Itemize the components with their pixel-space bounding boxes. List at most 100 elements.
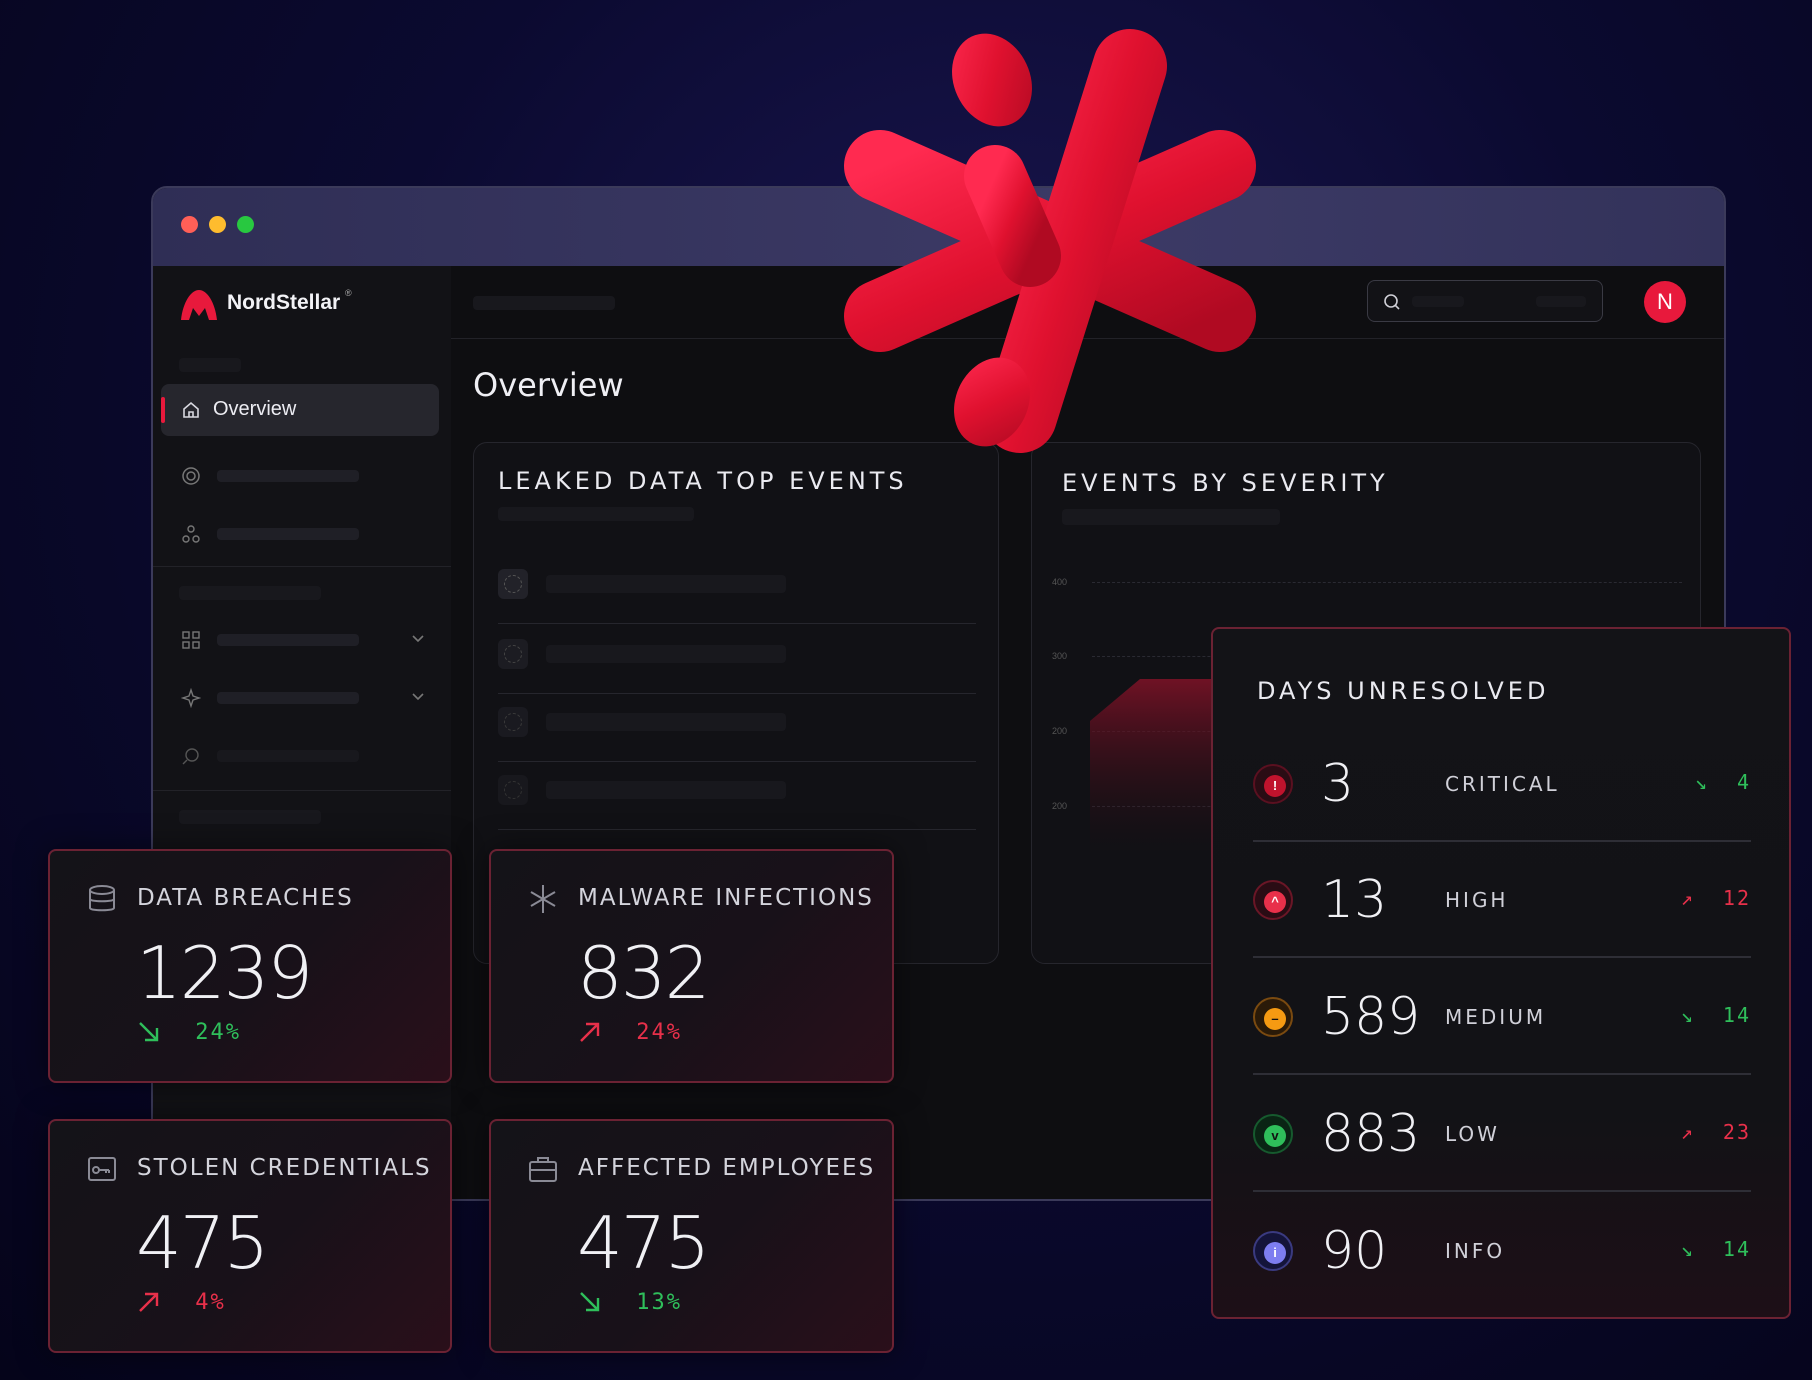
- chevron-down-icon[interactable]: [411, 692, 425, 702]
- search-shortcut-hint: [1536, 296, 1586, 307]
- caret-up-icon: ^: [1264, 891, 1286, 913]
- sidebar-item-2[interactable]: [153, 454, 451, 498]
- row-trend-value: 12: [1722, 886, 1751, 910]
- severity-row-low[interactable]: v 883 LOW ↗ 23: [1253, 1076, 1751, 1192]
- panel-title: EVENTS BY SEVERITY: [1062, 469, 1389, 497]
- row-value: 13: [1321, 870, 1388, 930]
- row-label: CRITICAL: [1445, 772, 1560, 796]
- maximize-window-button[interactable]: [237, 216, 254, 233]
- minimize-window-button[interactable]: [209, 216, 226, 233]
- search-tag-icon: [182, 748, 199, 765]
- list-item-icon: [498, 707, 528, 737]
- row-value: 883: [1321, 1104, 1421, 1164]
- sidebar-item-6[interactable]: [153, 734, 451, 778]
- sidebar-divider: [153, 566, 451, 567]
- close-window-button[interactable]: [181, 216, 198, 233]
- sidebar-item-5[interactable]: [153, 676, 451, 720]
- chevron-down-icon[interactable]: [411, 634, 425, 644]
- sidebar-item-4[interactable]: [153, 618, 451, 662]
- brand-name: NordStellar: [227, 291, 341, 314]
- search-placeholder: [1412, 296, 1464, 307]
- search-input[interactable]: [1367, 280, 1603, 322]
- briefcase-icon: [529, 1157, 557, 1182]
- affected-employees-card[interactable]: AFFECTED EMPLOYEES 475 13%: [489, 1119, 894, 1353]
- y-tick-label: 200: [1052, 801, 1068, 811]
- breadcrumb: [473, 296, 615, 310]
- trend-indicator: 24%: [136, 1019, 241, 1045]
- list-item-placeholder: [546, 713, 786, 731]
- minus-icon: –: [1264, 1008, 1286, 1030]
- panel-subtitle: [498, 507, 694, 521]
- panel-title: LEAKED DATA TOP EVENTS: [498, 467, 908, 495]
- arrow-up-right-icon: ↗: [1680, 886, 1695, 910]
- list-item-icon: [498, 569, 528, 599]
- row-label: INFO: [1445, 1239, 1506, 1263]
- row-divider: [1253, 1190, 1751, 1192]
- list-item[interactable]: [498, 563, 976, 624]
- trend-value: 4%: [195, 1289, 226, 1315]
- info-icon: i: [1264, 1242, 1286, 1264]
- card-value: 1239: [136, 931, 313, 1015]
- severity-row-info[interactable]: i 90 INFO ↘ 14: [1253, 1193, 1751, 1309]
- arrow-up-right-icon: [139, 1292, 159, 1312]
- severity-row-medium[interactable]: – 589 MEDIUM ↘ 14: [1253, 959, 1751, 1075]
- row-trend-value: 4: [1736, 770, 1751, 794]
- grid-icon: [182, 631, 200, 649]
- arrow-down-right-icon: [580, 1292, 600, 1312]
- sidebar-section-heading: [179, 358, 241, 372]
- arrow-up-right-icon: ↗: [1680, 1120, 1695, 1144]
- row-trend: ↗ 23: [1631, 1120, 1751, 1144]
- trend-indicator: 24%: [577, 1019, 682, 1045]
- card-label: AFFECTED EMPLOYEES: [578, 1155, 876, 1181]
- row-divider: [1253, 956, 1751, 958]
- page-title: Overview: [473, 366, 624, 404]
- trend-indicator: 13%: [577, 1289, 682, 1315]
- severity-row-critical[interactable]: ! 3 CRITICAL ↘ 4: [1253, 726, 1751, 842]
- sidebar-item-label: Overview: [213, 398, 297, 420]
- sidebar-item-overview[interactable]: Overview: [161, 384, 439, 436]
- arrow-up-right-icon: [580, 1022, 600, 1042]
- row-trend: ↘ 4: [1631, 770, 1751, 794]
- asterisk-icon: [530, 885, 556, 913]
- sidebar-section-heading: [179, 810, 321, 824]
- trend-indicator: 4%: [136, 1289, 226, 1315]
- malware-infections-card[interactable]: MALWARE INFECTIONS 832 24%: [489, 849, 894, 1083]
- arrow-down-right-icon: ↘: [1680, 1003, 1695, 1027]
- severity-row-high[interactable]: ^ 13 HIGH ↗ 12: [1253, 842, 1751, 958]
- list-item-icon: [498, 639, 528, 669]
- low-severity-icon: v: [1253, 1114, 1293, 1154]
- active-indicator: [161, 397, 165, 423]
- sidebar-item-placeholder: [217, 750, 359, 762]
- avatar[interactable]: N: [1644, 281, 1686, 323]
- trend-value: 24%: [195, 1019, 241, 1045]
- data-breaches-card[interactable]: DATA BREACHES 1239 24%: [48, 849, 452, 1083]
- critical-severity-icon: !: [1253, 764, 1293, 804]
- row-divider: [1253, 1073, 1751, 1075]
- list-item[interactable]: [498, 769, 976, 830]
- trend-value: 24%: [636, 1019, 682, 1045]
- nodes-icon: [182, 525, 200, 543]
- sidebar-section-heading: [179, 586, 321, 600]
- sidebar-item-3[interactable]: [153, 512, 451, 556]
- area-series: [1090, 679, 1230, 853]
- brand-trademark: ®: [345, 288, 352, 298]
- caret-down-icon: v: [1264, 1125, 1286, 1147]
- stolen-credentials-card[interactable]: STOLEN CREDENTIALS 475 4%: [48, 1119, 452, 1353]
- card-label: DATA BREACHES: [137, 885, 354, 911]
- info-severity-icon: i: [1253, 1231, 1293, 1271]
- sidebar-item-placeholder: [217, 470, 359, 482]
- row-value: 90: [1321, 1221, 1388, 1281]
- row-value: 589: [1321, 987, 1421, 1047]
- panel-subtitle: [1062, 509, 1280, 525]
- row-label: MEDIUM: [1445, 1005, 1547, 1029]
- home-icon: [183, 401, 199, 418]
- list-item[interactable]: [498, 701, 976, 762]
- high-severity-icon: ^: [1253, 880, 1293, 920]
- row-label: LOW: [1445, 1122, 1500, 1146]
- row-trend-value: 14: [1722, 1237, 1751, 1261]
- list-item[interactable]: [498, 633, 976, 694]
- card-label: MALWARE INFECTIONS: [578, 885, 874, 911]
- row-value: 3: [1321, 754, 1355, 814]
- sidebar-item-placeholder: [217, 528, 359, 540]
- row-label: HIGH: [1445, 888, 1509, 912]
